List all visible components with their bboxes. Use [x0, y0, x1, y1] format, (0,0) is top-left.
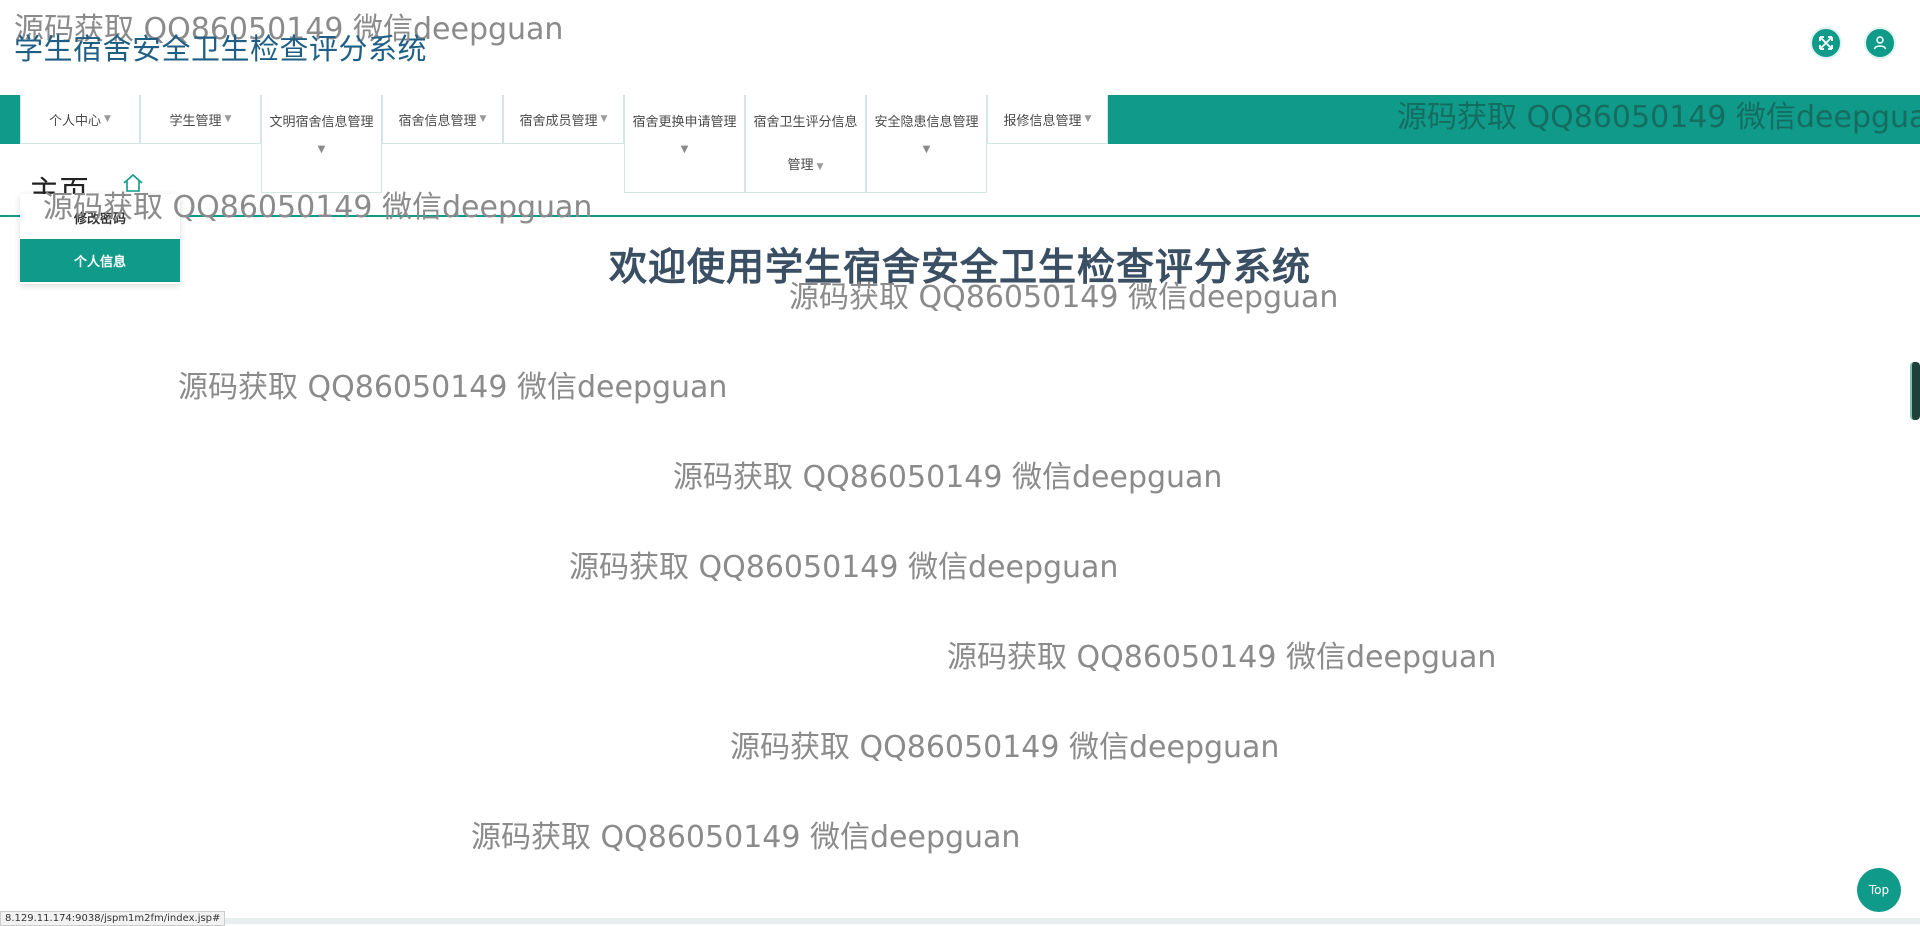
caret-down-icon: ▼ — [680, 144, 689, 155]
watermark: 源码获取 QQ86050149 微信deepguan — [1397, 100, 1920, 135]
watermark: 源码获取 QQ86050149 微信deepguan — [673, 460, 1223, 495]
watermark: 源码获取 QQ86050149 微信deepguan — [471, 820, 1021, 855]
watermark: 源码获取 QQ86050149 微信deepguan — [569, 550, 1119, 585]
nav-item-hygiene-score[interactable]: 宿舍卫生评分信息 管理 ▼ — [745, 95, 866, 193]
caret-down-icon: ▼ — [479, 114, 487, 124]
expand-arrows-icon — [1819, 36, 1833, 50]
watermark: 源码获取 QQ86050149 微信deepguan — [730, 730, 1280, 765]
watermark: 源码获取 QQ86050149 微信deepguan — [43, 190, 593, 225]
fullscreen-button[interactable] — [1810, 27, 1842, 59]
caret-down-icon: ▼ — [317, 144, 326, 155]
caret-down-icon: ▼ — [104, 114, 111, 124]
nav-item-repair-info[interactable]: 报修信息管理 ▼ — [987, 95, 1108, 144]
app-title: 学生宿舍安全卫生检查评分系统 — [14, 32, 428, 66]
nav-item-dorm-change[interactable]: 宿舍更换申请管理 ▼ — [624, 95, 745, 193]
watermark: 源码获取 QQ86050149 微信deepguan — [178, 370, 728, 405]
caret-down-icon: ▼ — [816, 162, 824, 172]
caret-down-icon: ▼ — [224, 114, 232, 124]
user-button[interactable] — [1864, 27, 1896, 59]
nav-item-dorm-info[interactable]: 宿舍信息管理 ▼ — [382, 95, 503, 144]
nav-item-civilized-dorm[interactable]: 文明宿舍信息管理 ▼ — [261, 95, 382, 193]
watermark: 源码获取 QQ86050149 微信deepguan — [789, 280, 1339, 315]
scrollbar-thumb[interactable] — [1910, 362, 1920, 420]
caret-down-icon: ▼ — [1084, 114, 1092, 124]
nav-item-personal-center[interactable]: 个人中心 ▼ — [20, 95, 140, 144]
user-icon — [1873, 36, 1887, 50]
caret-down-icon: ▼ — [600, 114, 608, 124]
caret-down-icon: ▼ — [922, 144, 931, 155]
nav-item-dorm-members[interactable]: 宿舍成员管理 ▼ — [503, 95, 624, 144]
watermark: 源码获取 QQ86050149 微信deepguan — [947, 640, 1497, 675]
nav-item-student-management[interactable]: 学生管理 ▼ — [140, 95, 261, 144]
bottom-strip — [0, 918, 1920, 924]
back-to-top-button[interactable]: Top — [1857, 868, 1901, 912]
nav-item-safety-hazard[interactable]: 安全隐患信息管理 ▼ — [866, 95, 987, 193]
